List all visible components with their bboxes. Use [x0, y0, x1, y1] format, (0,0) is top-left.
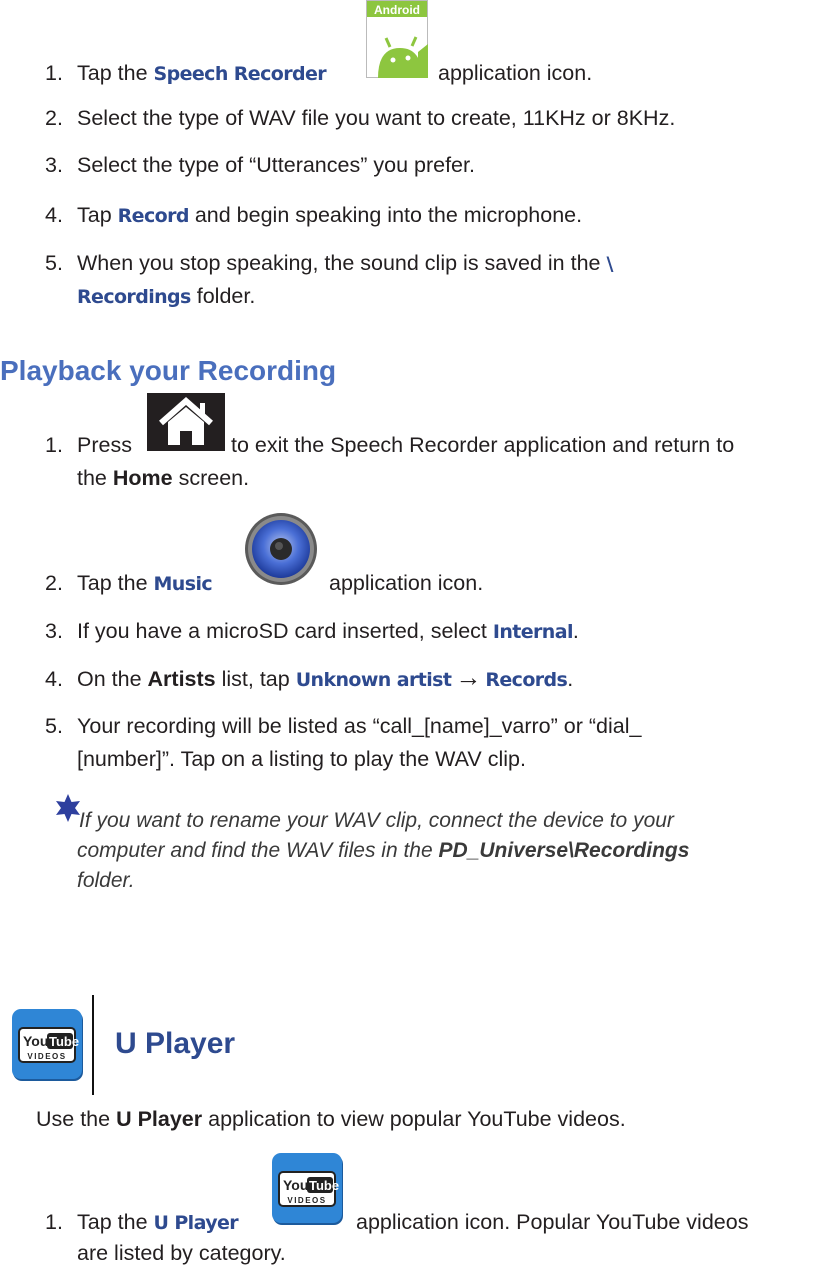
unknown-artist-item: Unknown artist — [295, 669, 452, 691]
android-app-icon[interactable]: Android — [366, 0, 428, 78]
youtube-videos-icon[interactable]: You Tube VIDEOS — [11, 1008, 85, 1084]
internal-option: Internal — [492, 621, 574, 643]
home-icon[interactable] — [147, 393, 225, 451]
youtube-videos-icon[interactable]: You Tube VIDEOS — [271, 1152, 345, 1228]
svg-text:Tube: Tube — [309, 1178, 339, 1193]
records-item: Records — [485, 669, 568, 691]
music-speaker-icon[interactable] — [243, 511, 319, 587]
music-link: Music — [153, 573, 213, 595]
svg-text:Android: Android — [374, 3, 420, 17]
record-button-label: Record — [117, 205, 190, 227]
svg-text:VIDEOS: VIDEOS — [27, 1052, 66, 1061]
header-divider — [92, 995, 94, 1095]
uplayer-link: U Player — [153, 1212, 239, 1234]
svg-text:You: You — [283, 1177, 308, 1193]
svg-text:You: You — [23, 1033, 48, 1049]
speech-recorder-link: Speech Recorder — [153, 63, 327, 85]
recordings-folder: Recordings — [77, 286, 191, 308]
arrow-right-icon: → — [455, 662, 482, 692]
recordings-path: PD_Universe\Recordings — [438, 839, 690, 862]
note-line-2: computer and find the WAV files in the P… — [77, 839, 690, 862]
note-line-1: If you want to rename your WAV clip, con… — [79, 809, 674, 832]
section-heading-playback: Playback your Recording — [0, 355, 337, 386]
svg-text:VIDEOS: VIDEOS — [287, 1196, 326, 1205]
uplayer-intro: Use the U Player application to view pop… — [36, 1107, 626, 1131]
svg-text:Tube: Tube — [49, 1034, 79, 1049]
note-line-3: folder. — [77, 869, 135, 892]
section-heading-uplayer: U Player — [115, 1027, 236, 1060]
